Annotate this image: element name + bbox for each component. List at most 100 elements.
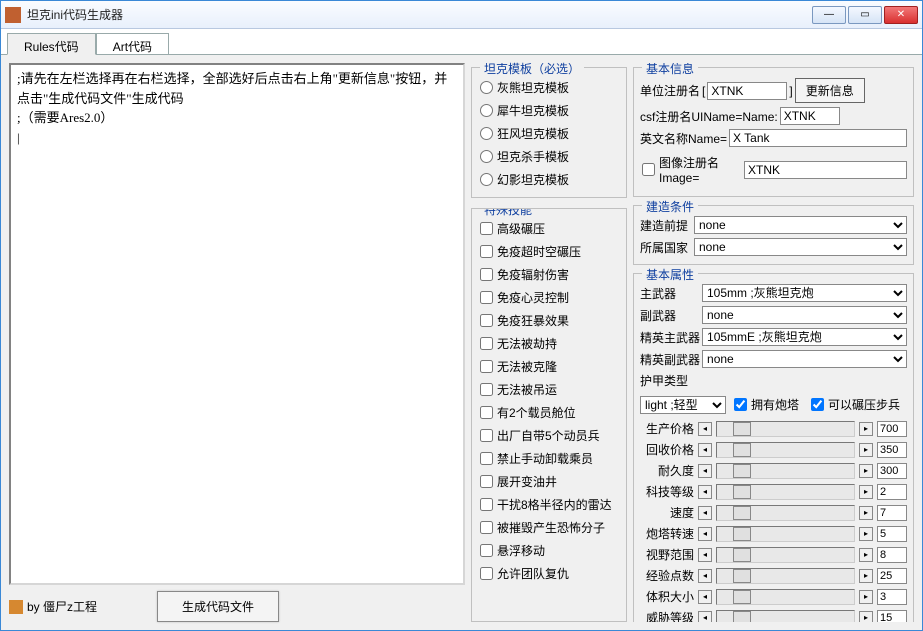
- slider-track[interactable]: [716, 610, 855, 623]
- skill-check-1[interactable]: 免疫超时空碾压: [478, 240, 620, 263]
- slider-thumb[interactable]: [733, 590, 751, 604]
- skill-check-5[interactable]: 无法被劫持: [478, 332, 620, 355]
- image-input[interactable]: [744, 161, 907, 179]
- en-input[interactable]: [729, 129, 907, 147]
- slider-track[interactable]: [716, 505, 855, 521]
- slider-right-arrow[interactable]: ▸: [859, 590, 873, 604]
- minimize-button[interactable]: —: [812, 6, 846, 24]
- maximize-button[interactable]: ▭: [848, 6, 882, 24]
- slider-left-arrow[interactable]: ◂: [698, 611, 712, 623]
- slider-right-arrow[interactable]: ▸: [859, 464, 873, 478]
- slider-right-arrow[interactable]: ▸: [859, 548, 873, 562]
- template-radio-1[interactable]: 犀牛坦克模板: [478, 99, 620, 122]
- slider-right-arrow[interactable]: ▸: [859, 443, 873, 457]
- slider-value[interactable]: [877, 484, 907, 500]
- template-radio-3[interactable]: 坦克杀手模板: [478, 145, 620, 168]
- sec-weapon-label: 副武器: [640, 307, 700, 324]
- slider-row-1: 回收价格◂▸: [640, 439, 907, 460]
- slider-track[interactable]: [716, 547, 855, 563]
- skill-check-10[interactable]: 禁止手动卸载乘员: [478, 447, 620, 470]
- skill-check-8[interactable]: 有2个载员舱位: [478, 401, 620, 424]
- slider-right-arrow[interactable]: ▸: [859, 506, 873, 520]
- slider-thumb[interactable]: [733, 611, 751, 623]
- slider-left-arrow[interactable]: ◂: [698, 443, 712, 457]
- update-button[interactable]: 更新信息: [795, 78, 865, 103]
- slider-thumb[interactable]: [733, 464, 751, 478]
- skill-check-15[interactable]: 允许团队复仇: [478, 562, 620, 585]
- slider-left-arrow[interactable]: ◂: [698, 590, 712, 604]
- slider-value[interactable]: [877, 442, 907, 458]
- slider-thumb[interactable]: [733, 569, 751, 583]
- slider-track[interactable]: [716, 484, 855, 500]
- slider-value[interactable]: [877, 547, 907, 563]
- skills-group-title: 特殊技能: [480, 208, 536, 218]
- slider-left-arrow[interactable]: ◂: [698, 506, 712, 520]
- slider-left-arrow[interactable]: ◂: [698, 527, 712, 541]
- reg-label: 单位注册名: [640, 82, 700, 99]
- skill-check-2[interactable]: 免疫辐射伤害: [478, 263, 620, 286]
- template-radio-4[interactable]: 幻影坦克模板: [478, 168, 620, 191]
- template-radio-2[interactable]: 狂风坦克模板: [478, 122, 620, 145]
- armor-select[interactable]: light ;轻型: [640, 396, 726, 414]
- slider-thumb[interactable]: [733, 506, 751, 520]
- slider-left-arrow[interactable]: ◂: [698, 422, 712, 436]
- elite-main-select[interactable]: 105mmE ;灰熊坦克炮: [702, 328, 907, 346]
- template-radio-0[interactable]: 灰熊坦克模板: [478, 76, 620, 99]
- slider-track[interactable]: [716, 463, 855, 479]
- slider-left-arrow[interactable]: ◂: [698, 485, 712, 499]
- slider-track[interactable]: [716, 421, 855, 437]
- slider-right-arrow[interactable]: ▸: [859, 569, 873, 583]
- close-button[interactable]: ✕: [884, 6, 918, 24]
- skill-check-14[interactable]: 悬浮移动: [478, 539, 620, 562]
- skill-check-6[interactable]: 无法被克隆: [478, 355, 620, 378]
- slider-left-arrow[interactable]: ◂: [698, 464, 712, 478]
- skill-check-12[interactable]: 干扰8格半径内的雷达: [478, 493, 620, 516]
- tab-rules[interactable]: Rules代码: [7, 33, 96, 55]
- turret-check[interactable]: 拥有炮塔: [732, 393, 801, 416]
- csf-input[interactable]: [780, 107, 840, 125]
- slider-track[interactable]: [716, 589, 855, 605]
- slider-value[interactable]: [877, 610, 907, 623]
- slider-thumb[interactable]: [733, 527, 751, 541]
- prereq-select[interactable]: none: [694, 216, 907, 234]
- slider-track[interactable]: [716, 526, 855, 542]
- slider-label: 生产价格: [640, 420, 694, 437]
- reg-input[interactable]: [707, 82, 787, 100]
- slider-value[interactable]: [877, 421, 907, 437]
- slider-thumb[interactable]: [733, 548, 751, 562]
- crush-check[interactable]: 可以碾压步兵: [809, 393, 902, 416]
- slider-value[interactable]: [877, 526, 907, 542]
- skill-check-7[interactable]: 无法被吊运: [478, 378, 620, 401]
- slider-thumb[interactable]: [733, 422, 751, 436]
- skill-check-4[interactable]: 免疫狂暴效果: [478, 309, 620, 332]
- generate-button[interactable]: 生成代码文件: [157, 591, 279, 622]
- slider-thumb[interactable]: [733, 485, 751, 499]
- skill-check-9[interactable]: 出厂自带5个动员兵: [478, 424, 620, 447]
- slider-value[interactable]: [877, 505, 907, 521]
- csf-label: csf注册名UIName=Name:: [640, 108, 778, 125]
- slider-right-arrow[interactable]: ▸: [859, 485, 873, 499]
- image-reg-check[interactable]: 图像注册名 Image=: [640, 151, 742, 188]
- slider-left-arrow[interactable]: ◂: [698, 548, 712, 562]
- skill-check-0[interactable]: 高级碾压: [478, 217, 620, 240]
- slider-track[interactable]: [716, 442, 855, 458]
- slider-value[interactable]: [877, 589, 907, 605]
- elite-sec-select[interactable]: none: [702, 350, 907, 368]
- sec-weapon-select[interactable]: none: [702, 306, 907, 324]
- main-weapon-select[interactable]: 105mm ;灰熊坦克炮: [702, 284, 907, 302]
- slider-right-arrow[interactable]: ▸: [859, 527, 873, 541]
- skill-check-3[interactable]: 免疫心灵控制: [478, 286, 620, 309]
- tab-art[interactable]: Art代码: [96, 33, 169, 54]
- slider-right-arrow[interactable]: ▸: [859, 422, 873, 436]
- code-editor[interactable]: ;请先在左栏选择再在右栏选择，全部选好后点击右上角"更新信息"按钮，并点击"生成…: [9, 63, 465, 585]
- country-select[interactable]: none: [694, 238, 907, 256]
- slider-value[interactable]: [877, 463, 907, 479]
- slider-value[interactable]: [877, 568, 907, 584]
- slider-right-arrow[interactable]: ▸: [859, 611, 873, 623]
- skill-check-13[interactable]: 被摧毁产生恐怖分子: [478, 516, 620, 539]
- skill-check-11[interactable]: 展开变油井: [478, 470, 620, 493]
- slider-left-arrow[interactable]: ◂: [698, 569, 712, 583]
- slider-track[interactable]: [716, 568, 855, 584]
- slider-thumb[interactable]: [733, 443, 751, 457]
- slider-row-0: 生产价格 ◂ ▸: [640, 418, 907, 439]
